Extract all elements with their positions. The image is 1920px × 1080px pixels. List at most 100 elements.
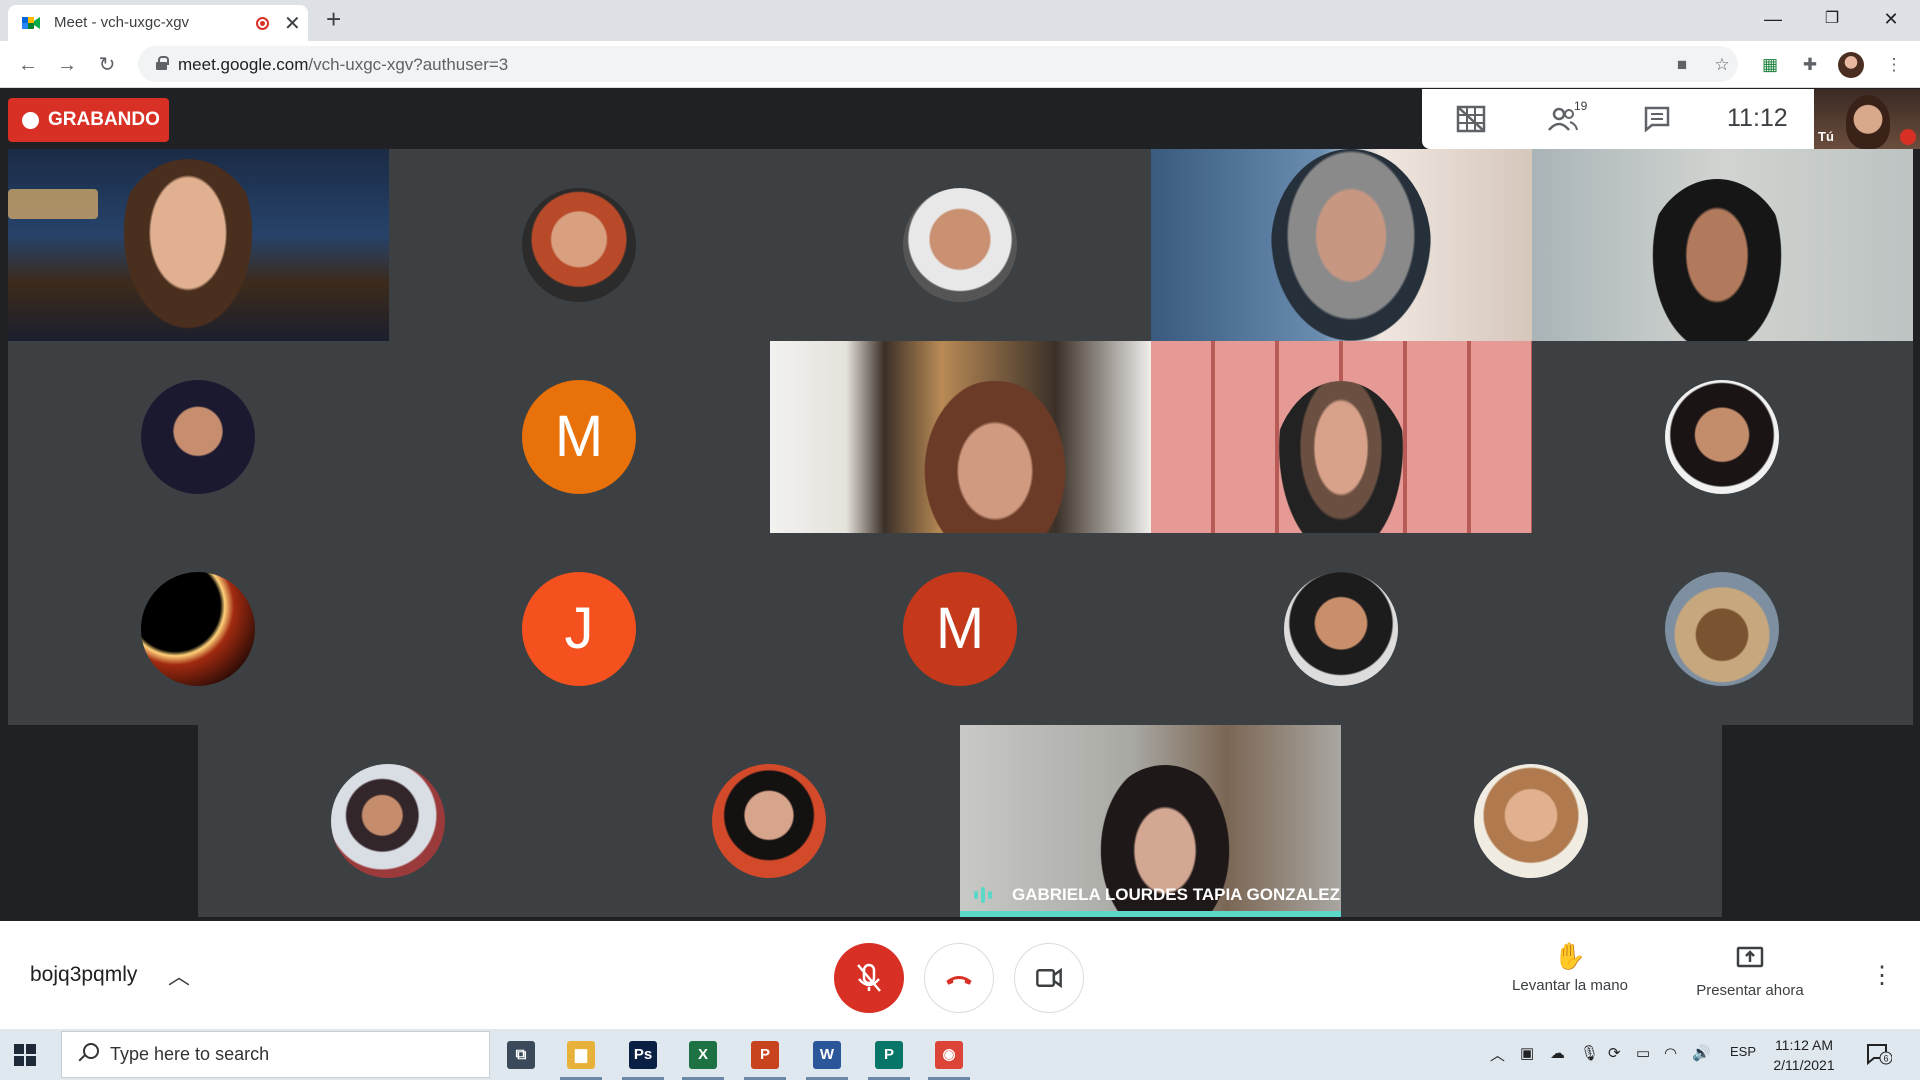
forward-arrow-icon[interactable]: → (53, 51, 81, 79)
reload-icon[interactable]: ↻ (93, 51, 121, 79)
participant-face (1271, 149, 1431, 341)
system-date: 2/11/2021 (1773, 1057, 1835, 1073)
input-language[interactable]: ESP (1730, 1044, 1756, 1059)
more-options-icon[interactable]: ⋮ (1870, 961, 1894, 990)
sheets-extension-icon[interactable]: ▦ (1760, 55, 1780, 75)
browser-menu-icon[interactable]: ⋮ (1884, 55, 1904, 75)
participant-tile[interactable] (8, 533, 389, 725)
self-video-face (1846, 95, 1890, 149)
recording-indicator-icon (256, 17, 269, 30)
active-speaker-highlight (960, 911, 1341, 917)
layout-grid-icon[interactable] (1456, 105, 1486, 133)
self-mic-muted-icon (1900, 129, 1916, 145)
address-bar[interactable]: meet.google.com/vch-uxgc-xgv?authuser=3 (138, 46, 1738, 82)
excel-icon: X (689, 1041, 717, 1069)
camera-toggle-button[interactable] (1014, 943, 1084, 1013)
participant-tile[interactable] (198, 725, 579, 917)
hang-up-icon (946, 976, 972, 985)
show-hidden-icons-chevron[interactable]: ︿ (1490, 1044, 1505, 1065)
participant-face (113, 159, 263, 341)
windows-start-icon[interactable] (14, 1044, 36, 1066)
participant-avatar (712, 764, 826, 878)
taskbar-app-task-view[interactable]: ⧉ (496, 1035, 546, 1080)
participant-tile[interactable] (8, 341, 389, 533)
new-tab-button[interactable]: + (326, 4, 341, 35)
extensions-puzzle-icon[interactable]: ✚ (1800, 55, 1820, 75)
raise-hand-button[interactable]: ✋ Levantar la mano (1500, 941, 1640, 994)
publisher-icon: P (875, 1041, 903, 1069)
chat-icon[interactable] (1644, 105, 1670, 133)
wifi-icon[interactable]: ◠ (1664, 1044, 1677, 1062)
taskbar-app-publisher[interactable]: P (864, 1035, 914, 1080)
back-arrow-icon[interactable]: ← (14, 51, 42, 79)
participant-tile[interactable] (1532, 341, 1913, 533)
close-window-button[interactable]: ✕ (1862, 0, 1920, 38)
participant-avatar (1474, 764, 1588, 878)
microphone-tray-icon[interactable]: 🎙 (1580, 1044, 1599, 1062)
participant-tile[interactable] (1151, 533, 1532, 725)
url-text: meet.google.com/vch-uxgc-xgv?authuser=3 (178, 55, 509, 74)
participant-tile[interactable]: J (389, 533, 770, 725)
taskbar-app-excel[interactable]: X (678, 1035, 728, 1080)
taskbar-app-file-explorer[interactable]: ▆ (556, 1035, 606, 1080)
system-clock[interactable]: 11:12 AM 2/11/2021 (1762, 1035, 1846, 1075)
sync-tray-icon[interactable]: ⟳ (1608, 1044, 1621, 1062)
participant-letter-avatar: M (522, 380, 636, 494)
participant-tile[interactable]: M (770, 533, 1151, 725)
volume-icon[interactable]: 🔊 (1692, 1044, 1711, 1062)
profile-avatar[interactable] (1838, 52, 1864, 78)
word-icon: W (813, 1041, 841, 1069)
taskbar-app-powerpoint[interactable]: P (740, 1035, 790, 1080)
participant-tile[interactable] (770, 149, 1151, 341)
participant-tile-video[interactable] (1151, 341, 1532, 533)
system-time: 11:12 AM (1774, 1037, 1834, 1053)
meet-now-icon[interactable]: ▣ (1520, 1044, 1534, 1062)
google-meet-icon (22, 17, 40, 29)
chrome-icon: ◉ (935, 1041, 963, 1069)
participant-tile-video[interactable] (770, 341, 1151, 533)
taskbar-search-box[interactable]: Type here to search (61, 1031, 490, 1078)
taskbar-app-chrome[interactable]: ◉ (924, 1035, 974, 1080)
participant-grid: M J M GABRIELA LOURDES TAPIA GONZALEZ (8, 149, 1913, 921)
leave-call-button[interactable] (924, 943, 994, 1013)
participant-tile-video[interactable] (1532, 149, 1913, 341)
participant-avatar (141, 380, 255, 494)
present-screen-icon (1736, 946, 1764, 968)
participant-tile[interactable] (389, 149, 770, 341)
taskbar-app-photoshop[interactable]: Ps (618, 1035, 668, 1080)
browser-tab-strip: Meet - vch-uxgc-xgv ✕ + — ❐ ✕ (0, 0, 1920, 41)
meeting-code[interactable]: bojq3pqmly (30, 963, 137, 987)
participant-tile[interactable] (1532, 533, 1913, 725)
participant-tile[interactable]: M (389, 341, 770, 533)
participant-avatar (1284, 572, 1398, 686)
participant-count: 19 (1574, 99, 1588, 113)
microphone-toggle-button[interactable] (834, 943, 904, 1013)
participant-tile[interactable] (579, 725, 960, 917)
action-center-icon[interactable]: 6 (1866, 1043, 1892, 1065)
meeting-controls-bar: bojq3pqmly ︿ ✋ Levantar la mano Presenta… (0, 921, 1920, 1029)
lock-icon[interactable] (156, 56, 169, 70)
windows-taskbar: Type here to search ⧉ ▆ Ps X P W P ◉ ︿ ▣ ☁ 🎙 ⟳ … (0, 1029, 1920, 1080)
close-tab-icon[interactable]: ✕ (284, 11, 301, 36)
browser-tab-meet[interactable]: Meet - vch-uxgc-xgv ✕ (8, 5, 308, 41)
participant-face (1271, 381, 1411, 533)
mic-off-icon (857, 963, 881, 992)
bookmark-star-icon[interactable]: ☆ (1712, 55, 1732, 75)
task-view-icon: ⧉ (507, 1041, 535, 1069)
chevron-up-icon[interactable]: ︿ (168, 959, 190, 991)
participant-face (910, 381, 1080, 533)
participant-tile-video-active-speaker[interactable]: GABRIELA LOURDES TAPIA GONZALEZ (960, 725, 1341, 917)
camera-permission-icon[interactable]: ■ (1672, 55, 1692, 75)
participant-tile-video[interactable] (1151, 149, 1532, 341)
participant-tile[interactable] (1341, 725, 1722, 917)
battery-icon[interactable]: ▭ (1636, 1044, 1650, 1062)
minimize-window-button[interactable]: — (1744, 0, 1802, 38)
participant-tile-video[interactable] (8, 149, 389, 341)
present-now-button[interactable]: Presentar ahora (1682, 941, 1818, 999)
participant-avatar (903, 188, 1017, 302)
onedrive-cloud-icon[interactable]: ☁ (1550, 1044, 1565, 1062)
restore-window-button[interactable]: ❐ (1803, 0, 1861, 38)
recording-badge: GRABANDO (8, 98, 169, 142)
self-view-tile[interactable]: Tú (1814, 89, 1920, 149)
taskbar-app-word[interactable]: W (802, 1035, 852, 1080)
